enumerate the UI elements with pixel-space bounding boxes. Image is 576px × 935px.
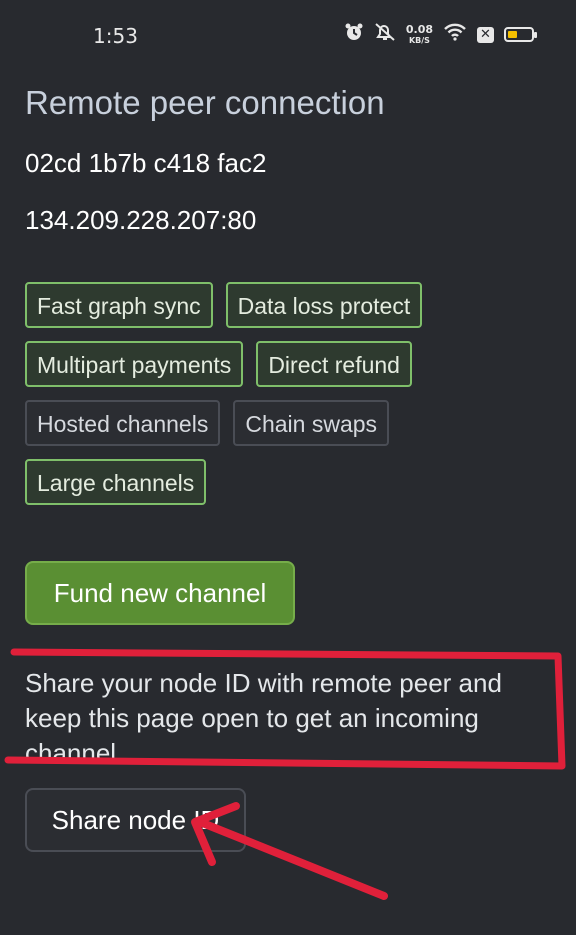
feature-chip: Large channels <box>25 459 207 505</box>
status-icons: 0.08 KB/S ✕ <box>344 22 537 47</box>
alarm-icon <box>344 22 364 47</box>
net-speed: 0.08 KB/S <box>405 22 433 45</box>
status-bar: 1:53 0.08 KB/S ✕ <box>0 0 576 72</box>
share-node-id-hint: Share your node ID with remote peer and … <box>25 668 502 768</box>
peer-address: 134.209.228.207:80 <box>25 205 257 235</box>
share-node-id-button[interactable]: Share node ID <box>25 788 246 852</box>
mute-icon <box>374 22 396 47</box>
feature-chip: Data loss protect <box>225 282 423 328</box>
wifi-icon <box>443 23 467 46</box>
feature-chip: Hosted channels <box>25 400 221 446</box>
battery-icon <box>504 27 537 42</box>
net-speed-value: 0.08 <box>405 22 433 36</box>
feature-chip: Direct refund <box>256 341 412 387</box>
close-box-icon: ✕ <box>477 26 494 43</box>
feature-chip: Fast graph sync <box>25 282 213 328</box>
battery-level <box>508 31 518 38</box>
peer-node-id: 02cd 1b7b c418 fac2 <box>25 148 267 178</box>
feature-chip: Multipart payments <box>25 341 244 387</box>
net-speed-unit: KB/S <box>408 35 430 45</box>
fund-new-channel-button[interactable]: Fund new channel <box>25 561 295 625</box>
status-time: 1:53 <box>93 24 138 48</box>
feature-list: Fast graph sync Data loss protect Multipar… <box>25 282 525 505</box>
page-title: Remote peer connection <box>25 84 385 121</box>
feature-chip: Chain swaps <box>233 400 390 446</box>
